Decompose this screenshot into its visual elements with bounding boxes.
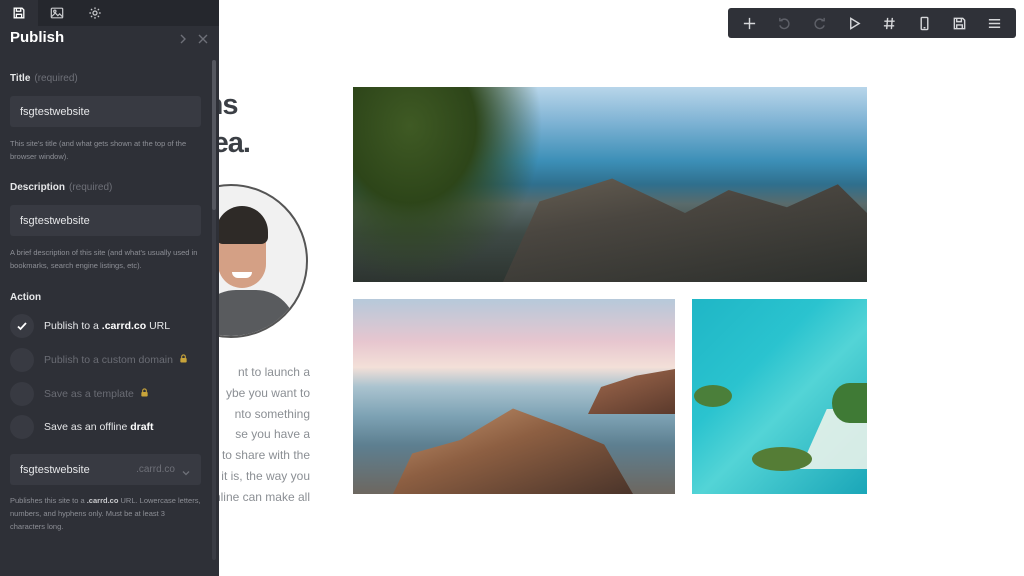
editor-toolbar <box>728 8 1016 38</box>
title-field-value: fsgtestwebsite <box>20 105 90 118</box>
play-icon[interactable] <box>842 10 868 36</box>
menu-icon[interactable] <box>982 10 1008 36</box>
tab-settings[interactable] <box>76 0 114 26</box>
action-option-offline-draft[interactable]: Save as an offline draft <box>10 415 154 439</box>
gallery-image-sunset-rocks <box>353 299 675 494</box>
gallery-image-aerial-lagoon <box>692 299 867 494</box>
action-option-text: Save as a template <box>44 388 134 400</box>
action-option-label: Save as an offline draft <box>44 421 154 433</box>
chevron-down-icon[interactable] <box>181 465 191 475</box>
url-help: Publishes this site to a .carrd.co URL. … <box>10 494 202 533</box>
domain-select[interactable]: .carrd.co <box>136 464 175 475</box>
subdomain-value: fsgtestwebsite <box>20 463 90 476</box>
description-field-value: fsgtestwebsite <box>20 214 90 227</box>
required-hint: (required) <box>69 182 113 193</box>
radio-unselected[interactable] <box>10 348 34 372</box>
radio-unselected[interactable] <box>10 382 34 406</box>
required-hint: (required) <box>34 73 78 84</box>
description-label: Description (required) <box>10 182 112 193</box>
action-option-label: Save as a template <box>44 388 149 400</box>
save-icon <box>12 6 26 20</box>
action-option-text: URL <box>146 320 171 332</box>
action-option-label: Publish to a .carrd.co URL <box>44 320 170 332</box>
action-option-text: Save as an offline <box>44 421 131 433</box>
action-option-label: Publish to a custom domain <box>44 354 188 366</box>
url-help-text: Publishes this site to a <box>10 496 87 505</box>
subdomain-field[interactable]: fsgtestwebsite .carrd.co <box>10 454 201 485</box>
gallery-image-coast <box>353 87 867 282</box>
radio-unselected[interactable] <box>10 415 34 439</box>
image-icon <box>50 6 64 20</box>
title-field[interactable]: fsgtestwebsite <box>10 96 201 127</box>
url-help-bold: .carrd.co <box>86 496 119 505</box>
tab-publish[interactable] <box>0 0 38 26</box>
phone-icon[interactable] <box>912 10 938 36</box>
save-icon[interactable] <box>947 10 973 36</box>
action-option-text: Publish to a custom domain <box>44 354 173 366</box>
chevron-right-icon[interactable] <box>176 32 190 46</box>
radio-selected[interactable] <box>10 314 34 338</box>
gear-icon <box>88 6 102 20</box>
panel-header: Publish <box>0 26 219 52</box>
title-label: Title (required) <box>10 73 78 84</box>
tab-media[interactable] <box>38 0 76 26</box>
publish-panel: Publish Title (required) fsgtestwebsite T… <box>0 0 219 576</box>
action-option-custom-domain[interactable]: Publish to a custom domain <box>10 348 188 372</box>
description-label-text: Description <box>10 182 66 193</box>
lock-icon <box>179 354 188 365</box>
hash-icon[interactable] <box>877 10 903 36</box>
lock-icon <box>140 388 149 399</box>
panel-title: Publish <box>10 29 65 46</box>
description-field[interactable]: fsgtestwebsite <box>10 205 201 236</box>
title-label-text: Title <box>10 73 31 84</box>
action-option-template[interactable]: Save as a template <box>10 382 149 406</box>
panel-tabs <box>0 0 219 26</box>
title-help: This site's title (and what gets shown a… <box>10 139 187 161</box>
redo-icon[interactable] <box>807 10 833 36</box>
undo-icon[interactable] <box>772 10 798 36</box>
description-help: A brief description of this site (and wh… <box>10 248 198 270</box>
close-icon[interactable] <box>196 32 210 46</box>
action-option-bold: draft <box>130 421 154 433</box>
action-option-bold: .carrd.co <box>101 320 147 332</box>
add-icon[interactable] <box>737 10 763 36</box>
action-label: Action <box>10 292 42 303</box>
panel-scrollbar-thumb[interactable] <box>212 60 216 210</box>
action-option-carrd-url[interactable]: Publish to a .carrd.co URL <box>10 314 170 338</box>
action-option-text: Publish to a <box>44 320 102 332</box>
